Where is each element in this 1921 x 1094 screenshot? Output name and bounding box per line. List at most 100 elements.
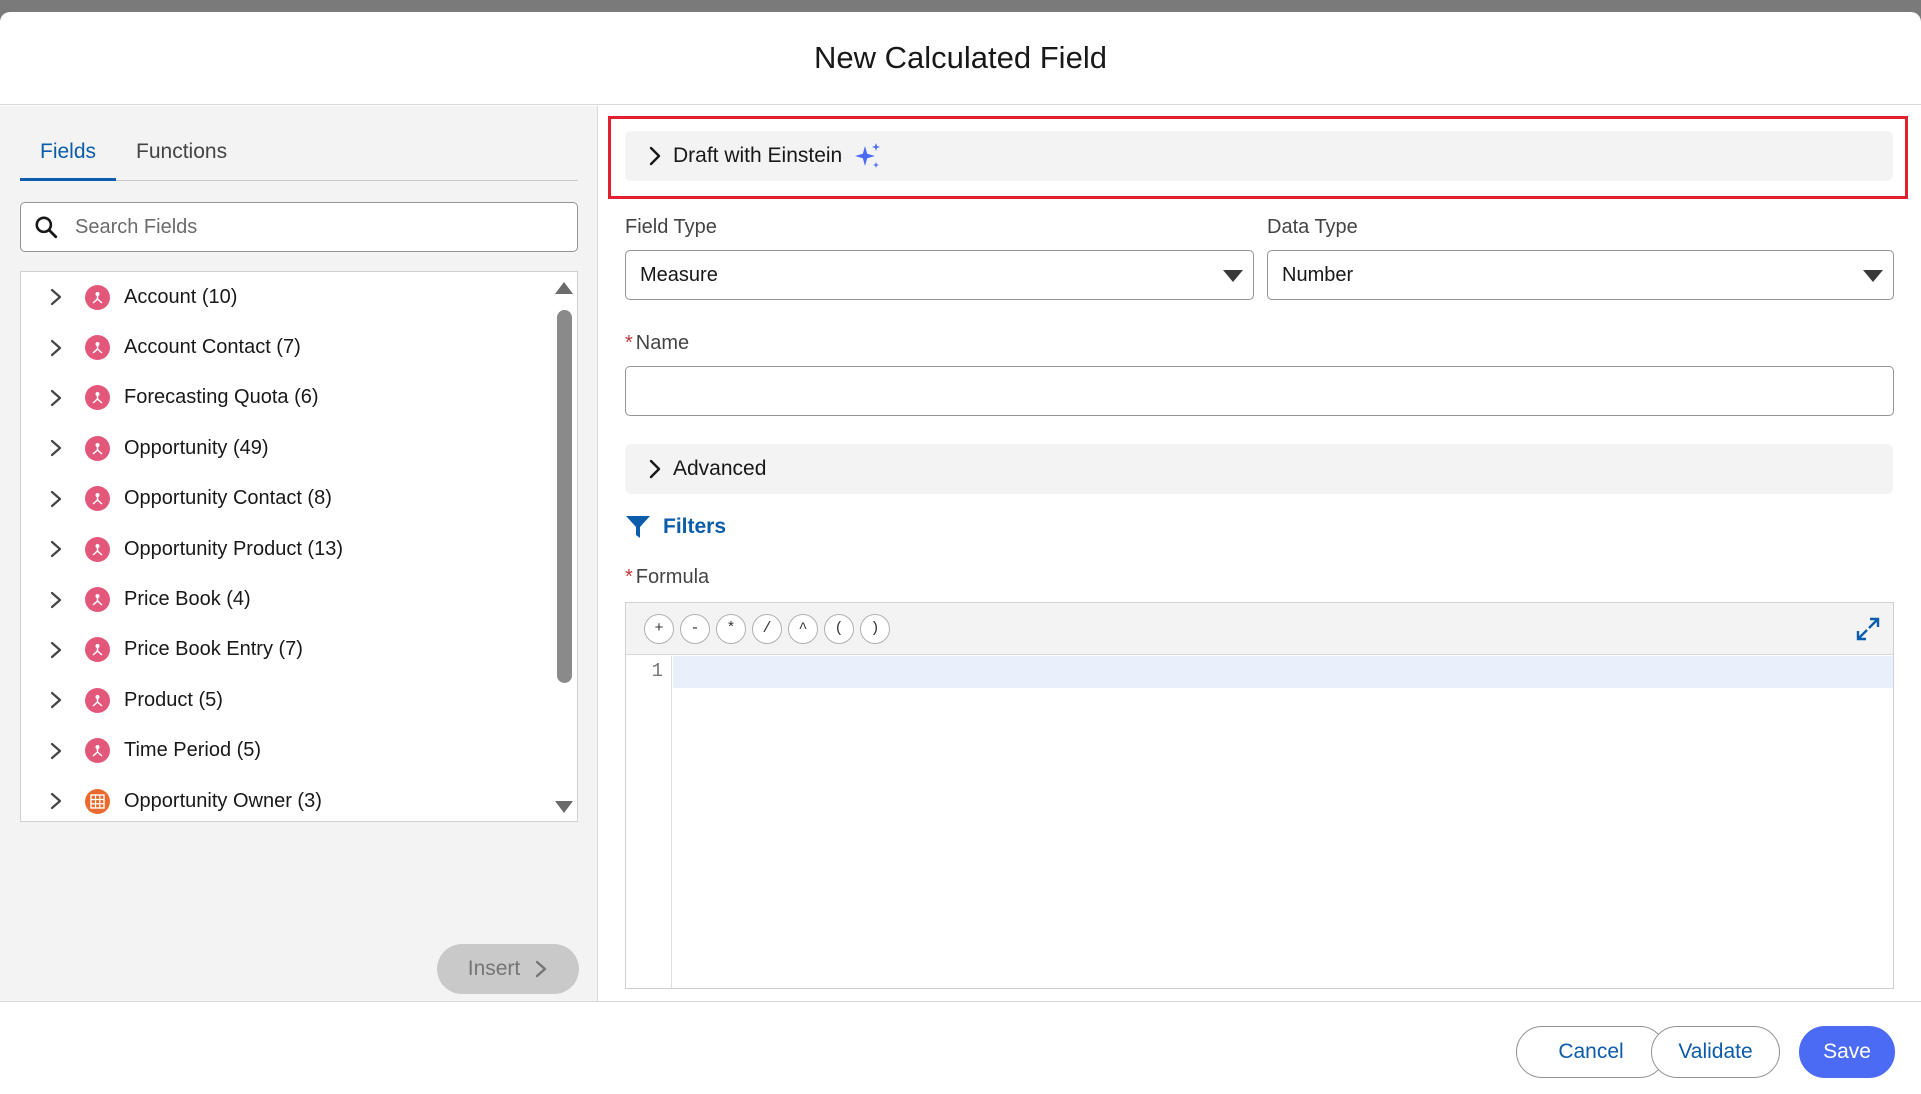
- object-icon: [85, 687, 110, 713]
- object-icon: [85, 284, 110, 310]
- name-input[interactable]: [625, 366, 1894, 416]
- operator-plus-button[interactable]: +: [644, 613, 674, 644]
- required-marker: *: [625, 332, 633, 354]
- filters-label: Filters: [663, 515, 727, 538]
- tree-item[interactable]: Opportunity Owner (3): [21, 776, 577, 821]
- insert-button-label: Insert: [467, 957, 521, 980]
- operator-close-paren-button[interactable]: ): [860, 613, 890, 644]
- tree-item-label: Time Period (5): [124, 739, 262, 762]
- fields-tree: Account (10) Account Contact (7) Forecasti…: [20, 271, 578, 822]
- data-type-value: Number: [1282, 263, 1354, 286]
- field-type-value: Measure: [640, 263, 718, 286]
- cancel-button[interactable]: Cancel: [1516, 1026, 1666, 1078]
- tree-item-label: Price Book Entry (7): [124, 638, 303, 661]
- scroll-up-arrow-icon[interactable]: [555, 282, 573, 294]
- tree-item[interactable]: Price Book Entry (7): [21, 625, 577, 675]
- dropdown-caret-icon: [1223, 270, 1243, 282]
- operator-open-paren-button[interactable]: (: [824, 613, 854, 644]
- tree-item[interactable]: Account Contact (7): [21, 322, 577, 372]
- formula-text-area[interactable]: 1: [626, 656, 1893, 988]
- tree-item-label: Account Contact (7): [124, 336, 301, 359]
- object-icon: [85, 587, 110, 613]
- tree-item[interactable]: Account (10): [21, 272, 577, 322]
- operator-power-button[interactable]: ^: [788, 613, 818, 644]
- tree-item-label: Price Book (4): [124, 588, 251, 611]
- tree-item[interactable]: Product (5): [21, 675, 577, 725]
- draft-with-einstein-label: Draft with Einstein: [673, 144, 843, 167]
- chevron-right-icon: [649, 146, 661, 166]
- tree-scrollbar[interactable]: [549, 272, 577, 821]
- tree-item-label: Account (10): [124, 285, 238, 308]
- chevron-right-icon: [649, 459, 661, 479]
- field-type-label: Field Type: [625, 216, 717, 238]
- insert-button[interactable]: Insert: [437, 944, 579, 994]
- filter-icon: [626, 516, 650, 538]
- search-input[interactable]: [75, 215, 555, 239]
- table-icon: [85, 788, 110, 814]
- formula-editor: + - * / ^ ( ) 1: [625, 602, 1894, 989]
- calculated-field-form: Draft with Einstein Field Type Measure D…: [599, 106, 1921, 1001]
- tree-item[interactable]: Forecasting Quota (6): [21, 373, 577, 423]
- tab-functions[interactable]: Functions: [116, 140, 247, 180]
- advanced-label: Advanced: [673, 457, 767, 480]
- chevron-right-icon: [536, 960, 547, 978]
- dropdown-caret-icon: [1863, 270, 1883, 282]
- object-icon: [85, 536, 110, 562]
- object-icon: [85, 637, 110, 663]
- new-calculated-field-modal: New Calculated Field Fields Functions Ac…: [0, 12, 1921, 1094]
- field-type-select[interactable]: Measure: [625, 250, 1254, 300]
- formula-toolbar: + - * / ^ ( ): [626, 603, 1893, 655]
- chevron-right-icon[interactable]: [47, 742, 65, 760]
- tree-item-label: Forecasting Quota (6): [124, 386, 319, 409]
- validate-button[interactable]: Validate: [1651, 1026, 1780, 1078]
- tree-item-label: Opportunity Owner (3): [124, 789, 322, 812]
- line-number-gutter: 1: [626, 656, 672, 988]
- tree-item-label: Opportunity (49): [124, 436, 269, 459]
- chevron-right-icon[interactable]: [47, 691, 65, 709]
- expand-icon[interactable]: [1855, 616, 1881, 642]
- draft-with-einstein-accordion[interactable]: Draft with Einstein: [625, 131, 1893, 181]
- name-label: * Name: [625, 332, 689, 355]
- chevron-right-icon[interactable]: [47, 439, 65, 457]
- required-marker: *: [625, 566, 633, 588]
- object-icon: [85, 335, 110, 361]
- einstein-sparkle-icon: [855, 143, 881, 168]
- tree-item[interactable]: Opportunity Contact (8): [21, 474, 577, 524]
- modal-footer: Cancel Validate Save: [0, 1001, 1921, 1094]
- chevron-right-icon[interactable]: [47, 591, 65, 609]
- tree-item-label: Opportunity Contact (8): [124, 487, 332, 510]
- chevron-right-icon[interactable]: [47, 490, 65, 508]
- object-icon: [85, 486, 110, 512]
- search-box: [20, 202, 578, 252]
- active-line-highlight: [673, 656, 1893, 688]
- advanced-accordion[interactable]: Advanced: [625, 444, 1893, 494]
- chevron-right-icon[interactable]: [47, 339, 65, 357]
- line-number: 1: [651, 660, 663, 682]
- tree-item[interactable]: Opportunity (49): [21, 423, 577, 473]
- chevron-right-icon[interactable]: [47, 792, 65, 810]
- scroll-down-arrow-icon[interactable]: [555, 801, 573, 813]
- tree-item-label: Opportunity Product (13): [124, 537, 343, 560]
- panel-tabs: Fields Functions: [20, 106, 578, 181]
- scroll-thumb[interactable]: [557, 310, 572, 683]
- chevron-right-icon[interactable]: [47, 641, 65, 659]
- save-button[interactable]: Save: [1799, 1026, 1895, 1078]
- tree-item[interactable]: Time Period (5): [21, 726, 577, 776]
- operator-multiply-button[interactable]: *: [716, 613, 746, 644]
- chevron-right-icon[interactable]: [47, 389, 65, 407]
- chevron-right-icon[interactable]: [47, 540, 65, 558]
- filters-button[interactable]: Filters: [625, 506, 726, 548]
- data-type-select[interactable]: Number: [1267, 250, 1894, 300]
- object-icon: [85, 738, 110, 764]
- name-label-text: Name: [635, 332, 690, 354]
- chevron-right-icon[interactable]: [47, 288, 65, 306]
- operator-divide-button[interactable]: /: [752, 613, 782, 644]
- operator-minus-button[interactable]: -: [680, 613, 710, 644]
- formula-label: * Formula: [625, 566, 709, 589]
- tree-item[interactable]: Opportunity Product (13): [21, 524, 577, 574]
- tab-fields[interactable]: Fields: [20, 140, 117, 181]
- tree-item[interactable]: Price Book (4): [21, 574, 577, 624]
- search-icon: [35, 216, 58, 239]
- object-icon: [85, 385, 110, 411]
- modal-title: New Calculated Field: [814, 40, 1107, 75]
